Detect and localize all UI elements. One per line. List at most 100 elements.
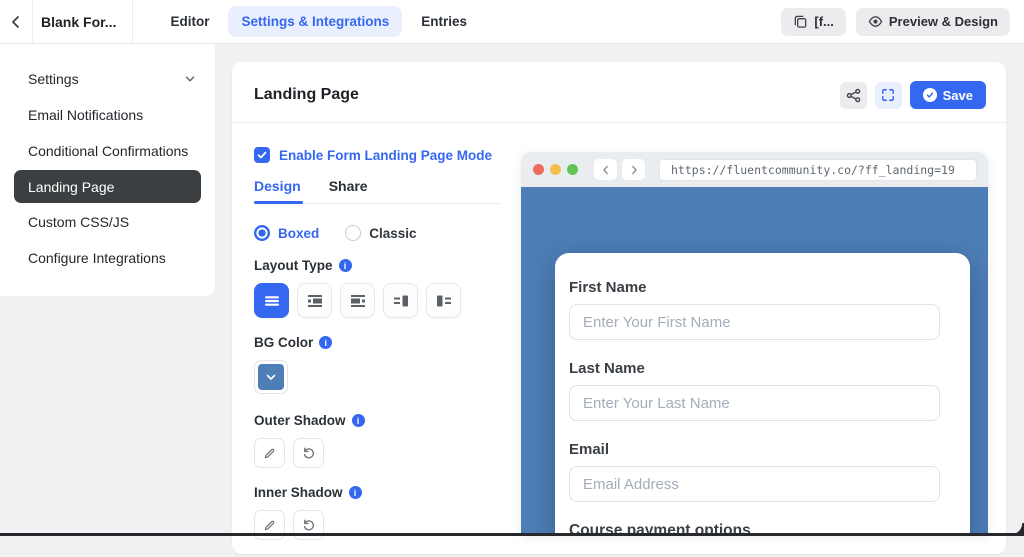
traffic-light-red-icon (533, 164, 544, 175)
eye-icon (868, 14, 883, 29)
bg-color-label-row: BG Color i (254, 335, 500, 350)
field-label: Email (569, 441, 610, 458)
enable-landing-mode-checkbox[interactable] (254, 147, 270, 163)
layout-media-left-icon (436, 293, 452, 309)
chevron-down-icon (183, 72, 197, 86)
layout-media-top-right-button[interactable] (297, 283, 332, 318)
traffic-light-green-icon (567, 164, 578, 175)
browser-chrome-bar (521, 152, 988, 187)
radio-boxed[interactable]: Boxed (254, 225, 319, 241)
radio-classic[interactable]: Classic (345, 225, 417, 241)
bg-color-picker[interactable] (254, 360, 288, 394)
last-name-input[interactable] (569, 385, 940, 421)
info-icon[interactable]: i (319, 336, 333, 349)
page-title: Landing Page (254, 86, 359, 103)
share-icon (846, 88, 861, 103)
sidebar-item-label: Landing Page (28, 178, 115, 195)
form-field-email: Email (569, 441, 940, 502)
bg-color-label: BG Color (254, 335, 314, 350)
traffic-light-yellow-icon (550, 164, 561, 175)
settings-sidebar: Settings Email Notifications Conditional… (0, 44, 215, 296)
field-label: Last Name (569, 360, 645, 377)
radio-unselected-icon (345, 225, 362, 241)
sidebar-item-label: Configure Integrations (28, 250, 166, 266)
copy-icon (793, 14, 808, 29)
sidebar-item-settings[interactable]: Settings (0, 61, 215, 97)
chevron-left-icon (8, 14, 24, 30)
panel-header: Landing Page Save (232, 62, 1006, 123)
radio-classic-label: Classic (369, 225, 417, 241)
field-label: First Name (569, 279, 647, 296)
reset-icon (302, 446, 316, 460)
outer-shadow-label: Outer Shadow (254, 413, 346, 428)
landing-page-preview: First Name Last Name Email Course paymen… (521, 152, 988, 536)
sidebar-item-label: Custom CSS/JS (28, 214, 130, 230)
info-icon[interactable]: i (351, 414, 365, 427)
sidebar-item-label: Email Notifications (28, 107, 144, 123)
enable-landing-mode-row[interactable]: Enable Form Landing Page Mode (254, 147, 500, 163)
chevron-down-icon (266, 374, 276, 381)
window-corner (1011, 523, 1024, 536)
enable-landing-mode-label: Enable Form Landing Page Mode (279, 147, 493, 163)
chevron-left-icon (601, 165, 611, 175)
pencil-icon (263, 447, 276, 460)
sidebar-item-label: Settings (28, 71, 79, 87)
share-button[interactable] (839, 81, 867, 109)
landing-page-body: First Name Last Name Email Course paymen… (521, 187, 988, 536)
traffic-lights (533, 164, 578, 175)
layout-no-media-button[interactable] (254, 283, 289, 318)
fullscreen-icon (881, 88, 895, 102)
browser-back-button[interactable] (594, 159, 617, 180)
sidebar-item-landing-page[interactable]: Landing Page (14, 170, 201, 203)
sidebar-item-custom-css-js[interactable]: Custom CSS/JS (0, 204, 215, 240)
outer-shadow-edit-button[interactable] (254, 438, 285, 468)
outer-shadow-reset-button[interactable] (293, 438, 324, 468)
save-button[interactable]: Save (909, 81, 986, 109)
form-title: Blank For... (32, 0, 134, 44)
tab-editor[interactable]: Editor (157, 6, 222, 37)
layout-media-top-left-button[interactable] (340, 283, 375, 318)
back-button[interactable] (0, 0, 32, 44)
radio-selected-icon (254, 225, 270, 241)
sidebar-item-conditional-confirmations[interactable]: Conditional Confirmations (0, 133, 215, 169)
check-icon (257, 150, 267, 160)
bg-color-swatch (258, 364, 284, 390)
tab-settings-integrations[interactable]: Settings & Integrations (228, 6, 403, 37)
sidebar-item-configure-integrations[interactable]: Configure Integrations (0, 240, 215, 276)
tab-entries[interactable]: Entries (408, 6, 480, 37)
email-input[interactable] (569, 466, 940, 502)
fullscreen-button[interactable] (874, 81, 902, 109)
preview-design-button[interactable]: Preview & Design (855, 7, 1010, 36)
shortcode-button-label: [f... (814, 14, 834, 29)
save-button-label: Save (942, 87, 973, 103)
layout-media-left-button[interactable] (426, 283, 461, 318)
first-name-input[interactable] (569, 304, 940, 340)
radio-boxed-label: Boxed (278, 225, 320, 241)
tab-share[interactable]: Share (329, 178, 368, 203)
layout-mode-radios: Boxed Classic (254, 225, 500, 241)
top-bar: Blank For... Editor Settings & Integrati… (0, 0, 1024, 44)
layout-type-label-row: Layout Type i (254, 258, 500, 273)
layout-type-options (254, 283, 500, 318)
tab-design[interactable]: Design (254, 178, 303, 204)
shortcode-button[interactable]: [f... (781, 7, 846, 36)
layout-media-top-right-icon (307, 293, 323, 309)
sidebar-item-email-notifications[interactable]: Email Notifications (0, 97, 215, 133)
layout-media-right-icon (393, 293, 409, 309)
browser-url-field[interactable] (659, 158, 977, 181)
reset-icon (302, 518, 316, 532)
design-share-tabs: Design Share (254, 178, 500, 204)
info-icon[interactable]: i (348, 486, 362, 499)
info-icon[interactable]: i (338, 259, 352, 272)
layout-no-media-icon (264, 293, 280, 309)
layout-type-label: Layout Type (254, 258, 333, 273)
browser-forward-button[interactable] (622, 159, 645, 180)
panel-toolbar: Save (839, 81, 986, 109)
form-field-last-name: Last Name (569, 360, 940, 421)
layout-media-right-button[interactable] (383, 283, 418, 318)
landing-page-panel: Landing Page Save Enable Form Landing Pa… (232, 62, 1006, 554)
landing-settings-column: Enable Form Landing Page Mode Design Sha… (254, 147, 500, 557)
topbar-actions: [f... Preview & Design (781, 7, 1010, 36)
form-preview-card: First Name Last Name Email Course paymen… (555, 253, 970, 536)
outer-shadow-label-row: Outer Shadow i (254, 413, 500, 428)
